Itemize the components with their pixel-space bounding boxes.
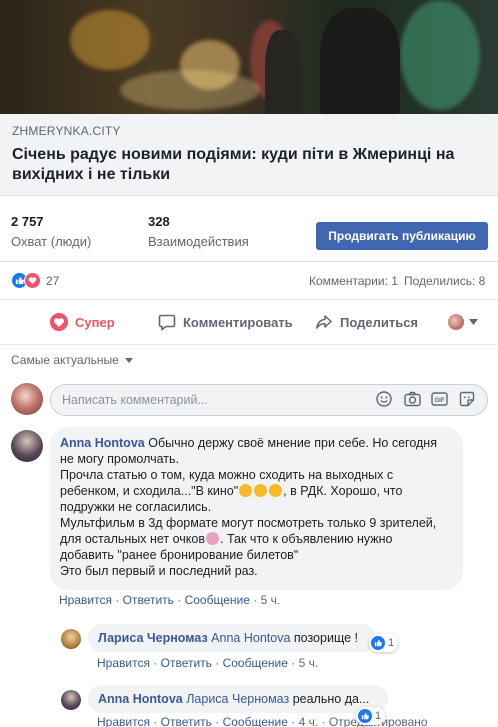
link-headline[interactable]: Січень радує новими подіями: куди піти в… [12,145,486,185]
post-insights: 2 757 Охват (люди) 328 Взаимодействия Пр… [11,214,491,254]
composer-avatar[interactable] [11,383,43,415]
shares-count[interactable]: Поделились: 8 [404,274,485,288]
comment-line: . Так что к объявлению нужно [220,532,393,546]
comment-sort-dropdown[interactable]: Самые актуальные [11,353,134,367]
person-gesturing-emoji-icon [206,532,220,545]
laughing-emoji-icon [269,484,283,497]
like-link[interactable]: Нравится [59,593,112,607]
engagement-stat: 328 Взаимодействия [148,214,249,249]
share-label: Поделиться [340,314,419,330]
link-preview-image[interactable] [0,0,498,114]
page-avatar [448,314,464,330]
sort-label: Самые актуальные [11,353,119,367]
comment-author[interactable]: Anna Hontova [60,436,145,450]
chevron-down-icon [125,358,134,363]
reach-label: Охват (люди) [11,234,92,249]
comment-like-badge[interactable]: 1 [369,634,399,652]
comment-button[interactable]: Комментировать [158,308,293,336]
comment-line: подружки не согласились. [60,500,212,514]
gif-icon[interactable]: GIF [431,391,448,407]
comment-text: Лариса Черномаз Anna Hontova позорище ! [98,630,358,646]
like-count: 1 [375,710,382,722]
engagement-value: 328 [148,214,170,229]
link-domain: ZHMERYNKA.CITY [12,124,121,138]
comment-author[interactable]: Anna Hontova [98,692,183,706]
message-link[interactable]: Сообщение [185,593,250,607]
comment-line: ребенком, и сходила..."В кино" [60,484,239,498]
comment-line: позорище ! [293,631,358,645]
comment-icon [158,314,176,331]
comment-input[interactable]: Написать комментарий... [50,384,488,416]
comments-count[interactable]: Комментарии: 1 [309,274,398,288]
engagement-label: Взаимодействия [148,234,249,249]
share-button[interactable]: Поделиться [315,308,418,336]
emoji-icon[interactable] [376,391,392,407]
comment-line: для остальных нет очков [60,532,206,546]
comment-line: Это был первый и последний раз. [60,564,258,578]
comment-bubble: Anna Hontova Обычно держу своё мнение пр… [50,427,463,590]
post-as-selector[interactable] [448,308,485,336]
comment-bubble: Лариса Черномаз Anna Hontova позорище ! [88,624,376,652]
comment-line: Обычно держу своё мнение при себе. Но се… [148,436,437,450]
love-reaction-icon [24,272,41,289]
reaction-count[interactable]: 27 [46,274,59,288]
commenter-avatar[interactable] [61,690,81,710]
comment-line: Прочла статью о том, куда можно сходить … [60,468,394,482]
share-icon [316,315,332,329]
sticker-icon[interactable] [459,391,475,407]
promote-post-button[interactable]: Продвигать публикацию [316,222,488,250]
comment-time[interactable]: 5 ч. [261,593,281,607]
like-link[interactable]: Нравится [97,656,150,670]
reach-stat: 2 757 Охват (люди) [11,214,91,249]
comment-meta: Нравится · Ответить · Сообщение · 5 ч. [97,656,319,670]
comment-line: реально да... [292,692,370,706]
comment-line: Мультфильм в 3д формате могут посмотреть… [60,516,437,530]
comment-line: добавить "ранее бронирование билетов" [60,548,299,562]
comment-time[interactable]: 4 ч. [299,715,319,727]
link-preview-card[interactable]: ZHMERYNKA.CITY Січень радує новими подія… [0,114,498,196]
comment-time[interactable]: 5 ч. [299,656,319,670]
like-count: 1 [388,637,395,649]
comment-bubble: Anna Hontova Лариса Черномаз реально да.… [88,685,388,713]
message-link[interactable]: Сообщение [223,715,288,727]
reply-link[interactable]: Ответить [161,656,212,670]
camera-icon[interactable] [404,391,421,407]
reactions-summary[interactable]: 27 Комментарии: 1 Поделились: 8 [11,272,491,290]
comment-mention[interactable]: Anna Hontova [211,631,290,645]
laughing-emoji-icon [254,484,268,497]
chevron-down-icon [469,319,478,325]
svg-text:GIF: GIF [435,398,445,404]
post-action-bar: Супер Комментировать Поделиться [0,308,498,336]
comment-meta: Нравится · Ответить · Сообщение · 5 ч. [59,593,281,607]
comment-like-badge[interactable]: 1 [356,707,386,725]
divider [0,344,498,345]
reply-link[interactable]: Ответить [161,715,212,727]
comment-line: , в РДК. Хорошо, что [283,484,403,498]
comment-mention[interactable]: Лариса Черномаз [186,692,289,706]
super-label: Супер [75,314,115,330]
commenter-avatar[interactable] [11,430,43,462]
comment-line: не могу промолчать. [60,452,180,466]
comment-label: Комментировать [183,314,293,330]
commenter-avatar[interactable] [61,629,81,649]
comment-text: Anna Hontova Лариса Черномаз реально да.… [98,691,369,707]
reply-link[interactable]: Ответить [123,593,174,607]
reach-value: 2 757 [11,214,44,229]
divider [0,299,498,300]
like-icon [358,709,372,723]
like-icon [371,636,385,650]
like-link[interactable]: Нравится [97,715,150,727]
divider [0,261,498,262]
laughing-emoji-icon [239,484,253,497]
comment-text: Anna Hontova Обычно держу своё мнение пр… [60,435,460,579]
super-reaction-button[interactable]: Супер [50,308,115,336]
love-icon [50,313,68,331]
comment-author[interactable]: Лариса Черномаз [98,631,208,645]
message-link[interactable]: Сообщение [223,656,288,670]
